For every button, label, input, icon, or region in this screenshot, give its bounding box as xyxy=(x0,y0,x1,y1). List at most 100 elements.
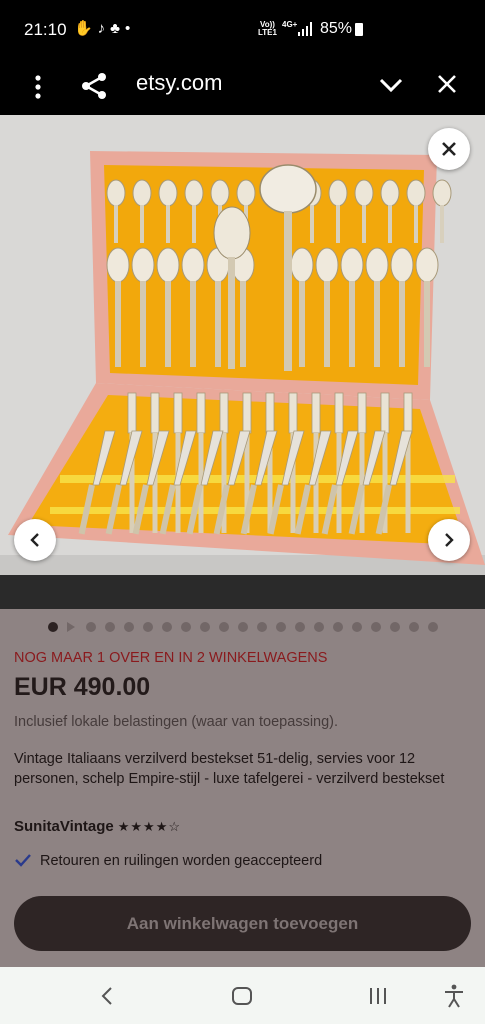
gallery-dot[interactable] xyxy=(86,622,96,632)
spoon-handle xyxy=(362,205,366,243)
spoon-handle xyxy=(192,205,196,243)
gallery-dot[interactable] xyxy=(238,622,248,632)
gallery-dot[interactable] xyxy=(143,622,153,632)
home-icon[interactable] xyxy=(231,986,253,1006)
spoon-handle xyxy=(349,281,355,367)
spoon xyxy=(354,179,374,207)
notification-icons: ✋♪♣• xyxy=(74,20,136,37)
gallery-dot[interactable] xyxy=(409,622,419,632)
gallery-dot[interactable] xyxy=(124,622,134,632)
gallery-dot[interactable] xyxy=(162,622,172,632)
spoon xyxy=(406,179,426,207)
spoon-handle xyxy=(310,205,314,243)
close-icon[interactable] xyxy=(436,73,458,95)
next-image-button[interactable] xyxy=(428,519,470,561)
status-time: 21:10 xyxy=(24,20,67,39)
gallery-dot[interactable] xyxy=(428,622,438,632)
knife-handle xyxy=(105,484,122,535)
network-indicator: Vo)) LTE1 xyxy=(258,21,277,37)
spoon xyxy=(236,179,256,207)
share-icon[interactable] xyxy=(80,72,108,100)
spoon xyxy=(390,247,414,283)
fork-head xyxy=(334,392,344,434)
close-icon xyxy=(442,142,456,156)
shop-name[interactable]: SunitaVintage xyxy=(14,818,114,835)
spoon-handle xyxy=(324,281,330,367)
add-to-cart-button[interactable]: Aan winkelwagen toevoegen xyxy=(14,896,471,951)
spoon-handle xyxy=(336,205,340,243)
gallery-indicator xyxy=(0,622,485,634)
returns-text: Retouren en ruilingen worden geaccepteer… xyxy=(40,853,323,869)
fork-head xyxy=(357,392,367,434)
battery-icon xyxy=(355,23,363,36)
gallery-dot[interactable] xyxy=(371,622,381,632)
fork-head xyxy=(242,392,252,434)
prev-image-button[interactable] xyxy=(14,519,56,561)
video-play-icon[interactable] xyxy=(67,622,75,632)
fork-head xyxy=(288,392,298,434)
gallery-dot[interactable] xyxy=(200,622,210,632)
gallery-dot[interactable] xyxy=(295,622,305,632)
knife-blade xyxy=(92,430,116,486)
serving-spoon-handle xyxy=(228,257,235,369)
gallery-dot[interactable] xyxy=(181,622,191,632)
spoon xyxy=(181,247,205,283)
spoon xyxy=(365,247,389,283)
spoon xyxy=(315,247,339,283)
spoon-handle xyxy=(215,281,221,367)
spoon xyxy=(290,247,314,283)
knife-blade xyxy=(308,430,332,486)
spoon xyxy=(106,179,126,207)
spoon-handle xyxy=(140,205,144,243)
spoon-handle xyxy=(388,205,392,243)
shop-row: SunitaVintage ★★★★☆ xyxy=(14,818,181,835)
spoon xyxy=(156,247,180,283)
spoon-handle xyxy=(115,281,121,367)
knife-handle xyxy=(78,484,95,535)
knife-handle xyxy=(294,484,311,535)
gallery-dot[interactable] xyxy=(390,622,400,632)
system-nav-bar xyxy=(0,967,485,1024)
gallery-dot[interactable] xyxy=(105,622,115,632)
chevron-down-icon[interactable] xyxy=(378,72,404,98)
knife-handle xyxy=(132,484,149,535)
gallery-dot[interactable] xyxy=(314,622,324,632)
back-icon[interactable] xyxy=(100,986,114,1006)
stock-notice: NOG MAAR 1 OVER EN IN 2 WINKELWAGENS xyxy=(14,650,328,666)
spoon xyxy=(106,247,130,283)
fork-head xyxy=(150,392,160,434)
accessibility-icon[interactable] xyxy=(443,984,465,1008)
more-vert-icon[interactable] xyxy=(30,73,46,101)
gallery-dot[interactable] xyxy=(219,622,229,632)
gallery-dot[interactable] xyxy=(257,622,267,632)
close-gallery-button[interactable] xyxy=(428,128,470,170)
product-image[interactable] xyxy=(0,115,485,609)
fork-head xyxy=(127,392,137,434)
fork-head xyxy=(265,392,275,434)
spoon xyxy=(380,179,400,207)
spoon-handle xyxy=(424,281,430,367)
ladle xyxy=(259,164,317,214)
spoon-handle xyxy=(414,205,418,243)
recents-icon[interactable] xyxy=(368,987,388,1005)
spoon-handle xyxy=(114,205,118,243)
spoon xyxy=(328,179,348,207)
knife-handle xyxy=(159,484,176,535)
fork-head xyxy=(311,392,321,434)
gallery-dot[interactable] xyxy=(333,622,343,632)
spoon xyxy=(132,179,152,207)
spoon-handle xyxy=(374,281,380,367)
spoon xyxy=(432,179,452,207)
url-domain[interactable]: etsy.com xyxy=(136,70,222,96)
gallery-dot[interactable] xyxy=(352,622,362,632)
gallery-dot[interactable] xyxy=(48,622,58,632)
spoon-handle xyxy=(166,205,170,243)
spoon-handle xyxy=(399,281,405,367)
spoon-handle xyxy=(140,281,146,367)
knife-blade xyxy=(254,430,278,486)
knife-blade xyxy=(200,430,224,486)
product-title: Vintage Italiaans verzilverd bestekset 5… xyxy=(14,751,445,787)
gallery-dot[interactable] xyxy=(276,622,286,632)
spoon-handle xyxy=(299,281,305,367)
browser-toolbar: etsy.com xyxy=(0,58,485,115)
